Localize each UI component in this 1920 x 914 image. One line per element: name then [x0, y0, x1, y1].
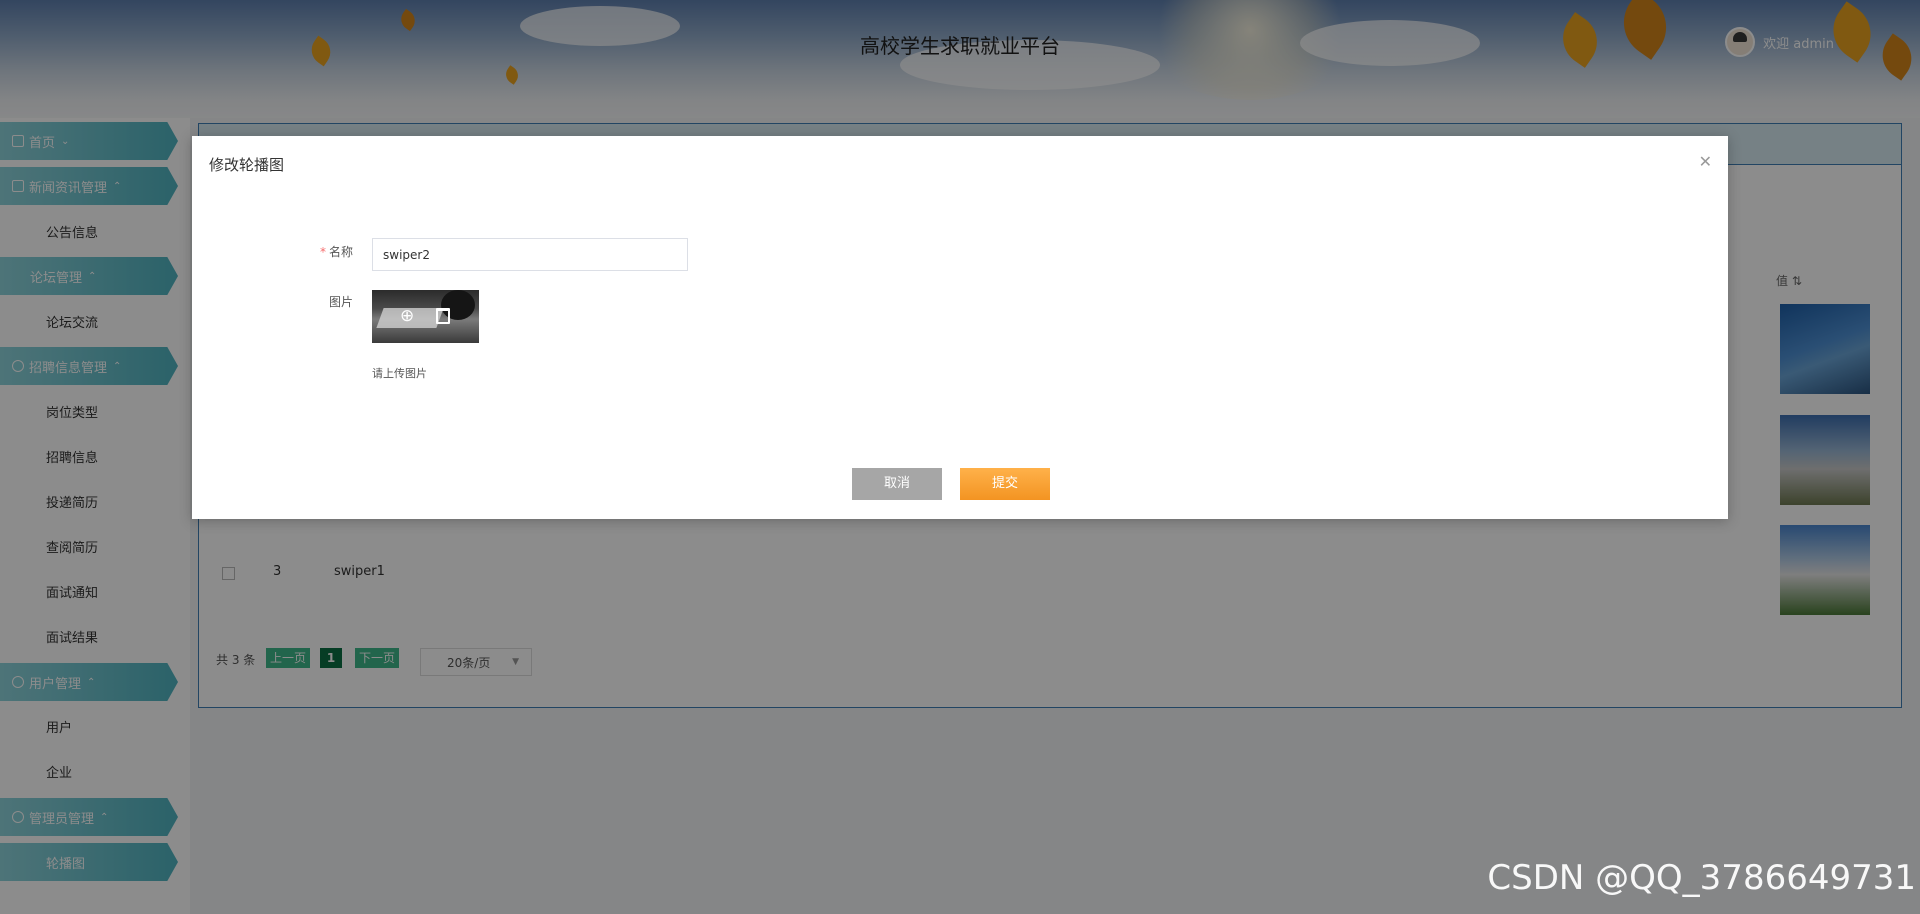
watermark: CSDN @QQ_3786649731: [1487, 858, 1916, 898]
edit-carousel-dialog: 修改轮播图 ✕ *名称 图片 ⊕ 请上传图片 取消 提交: [192, 136, 1728, 519]
cancel-button[interactable]: 取消: [852, 468, 942, 500]
name-input[interactable]: [372, 238, 688, 271]
delete-icon[interactable]: [436, 308, 450, 324]
submit-button[interactable]: 提交: [960, 468, 1050, 500]
zoom-in-icon[interactable]: ⊕: [400, 308, 414, 325]
image-label: 图片: [328, 295, 353, 309]
uploaded-image[interactable]: ⊕: [372, 290, 479, 343]
dialog-title: 修改轮播图: [209, 156, 285, 174]
upload-hint: 请上传图片: [372, 367, 427, 380]
name-label: * 名称: [319, 245, 353, 259]
close-icon[interactable]: ✕: [1699, 152, 1712, 171]
